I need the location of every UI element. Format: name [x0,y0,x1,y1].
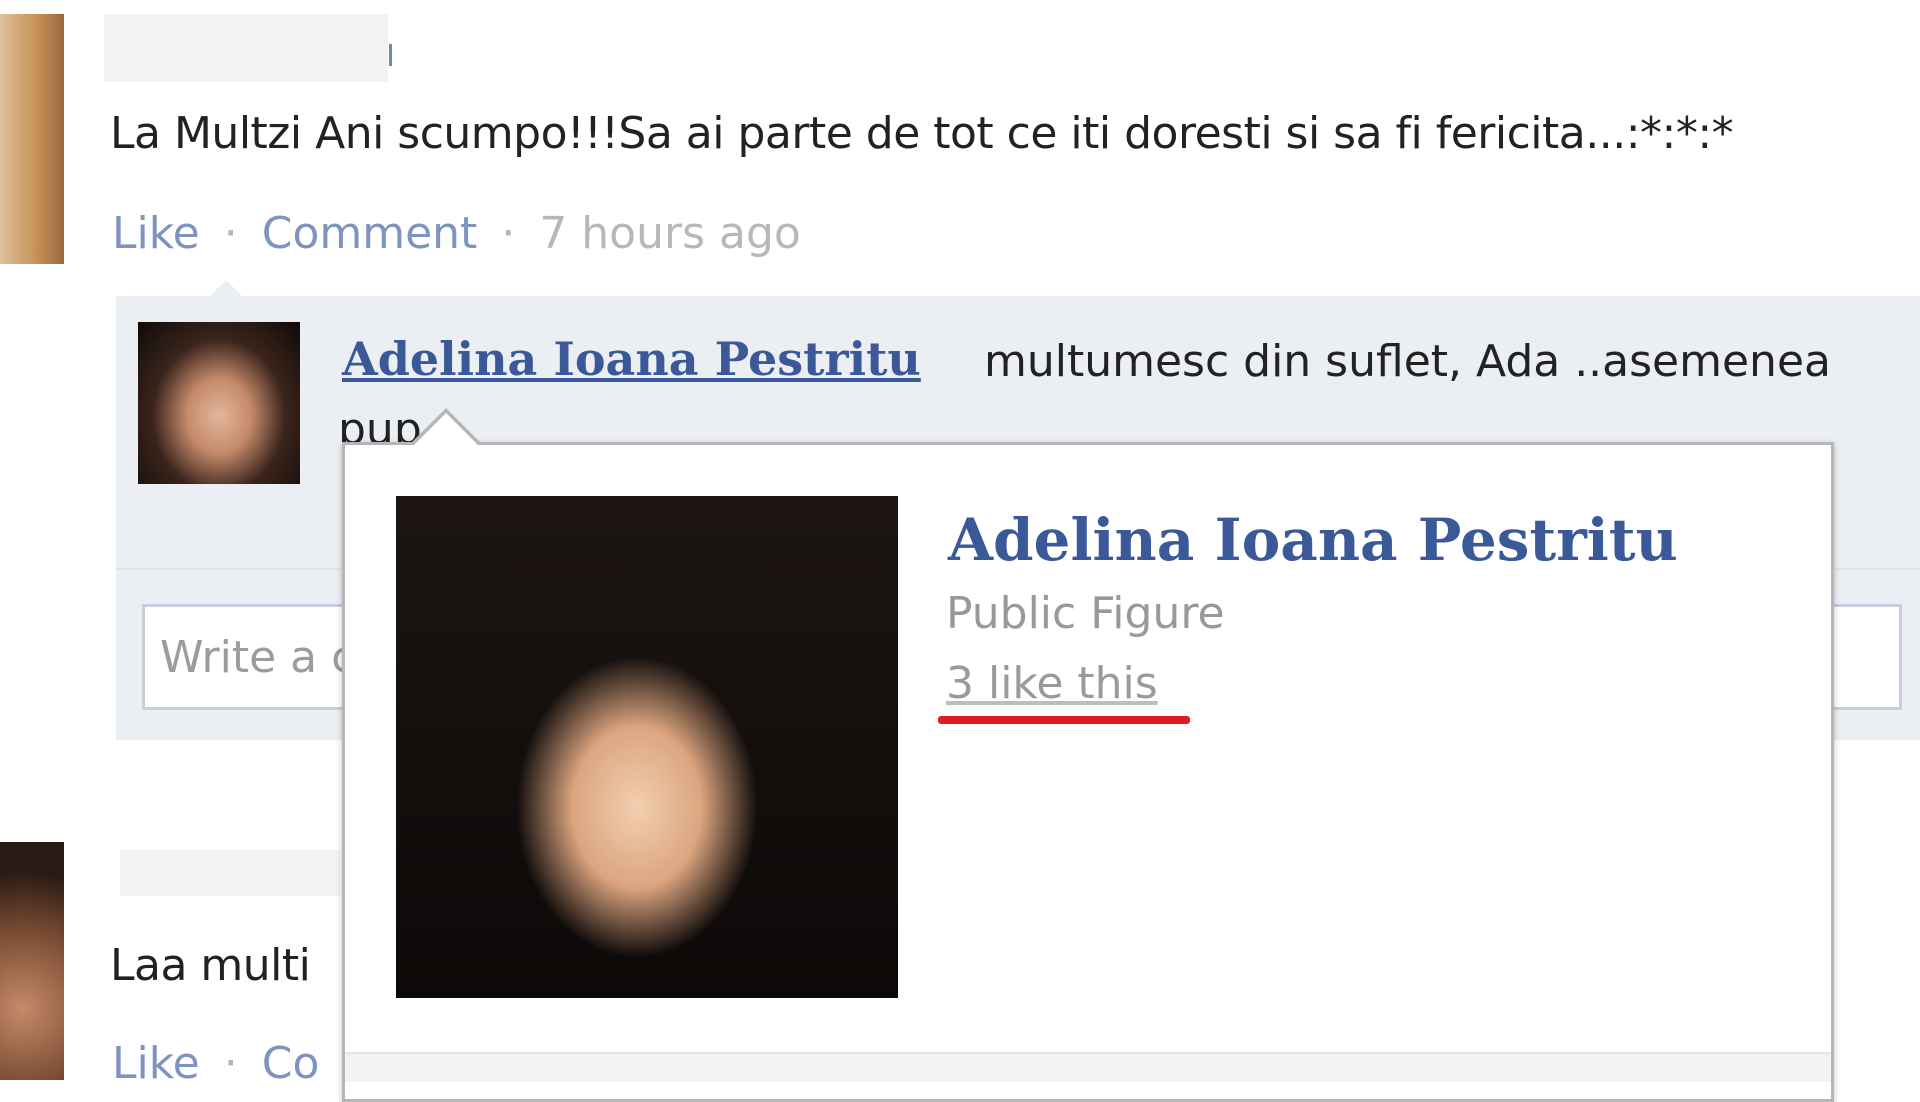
hovercard-category: Public Figure [946,588,1225,639]
hovercard-arrow-fill [414,413,478,445]
text-cursor [389,44,392,66]
comment-author-avatar[interactable] [138,322,300,484]
like-link[interactable]: Like [112,208,200,259]
highlight-underline [938,716,1190,724]
hovercard-footer [345,1052,1831,1082]
post2-like-link[interactable]: Like [112,1038,200,1089]
comment-text: multumesc din suflet, Ada ..asemenea [984,336,1831,387]
action-separator: · [223,208,238,259]
post-author-avatar[interactable] [0,14,64,264]
comment-link[interactable]: Comment [262,208,478,259]
post2-actions: Like · Co [112,1038,319,1089]
hovercard-profile-photo[interactable] [396,496,898,998]
hovercard-likes-link[interactable]: 3 like this [946,658,1158,709]
hovercard-name-link[interactable]: Adelina Ioana Pestritu [948,506,1678,574]
post2-message: Laa multi [110,940,311,991]
post2-author-name-redacted [120,850,340,896]
post-author-name-redacted [104,14,388,82]
comment-author-link[interactable]: Adelina Ioana Pestritu [342,332,921,386]
post-message: La Multzi Ani scumpo!!!Sa ai parte de to… [110,108,1734,159]
post2-comment-link[interactable]: Co [262,1038,320,1089]
action-separator: · [223,1038,238,1089]
post-timestamp[interactable]: 7 hours ago [539,208,801,259]
post2-author-avatar[interactable] [0,842,64,1080]
action-separator: · [501,208,516,259]
post-actions: Like · Comment · 7 hours ago [112,208,801,259]
comment-area-notch [210,280,242,296]
